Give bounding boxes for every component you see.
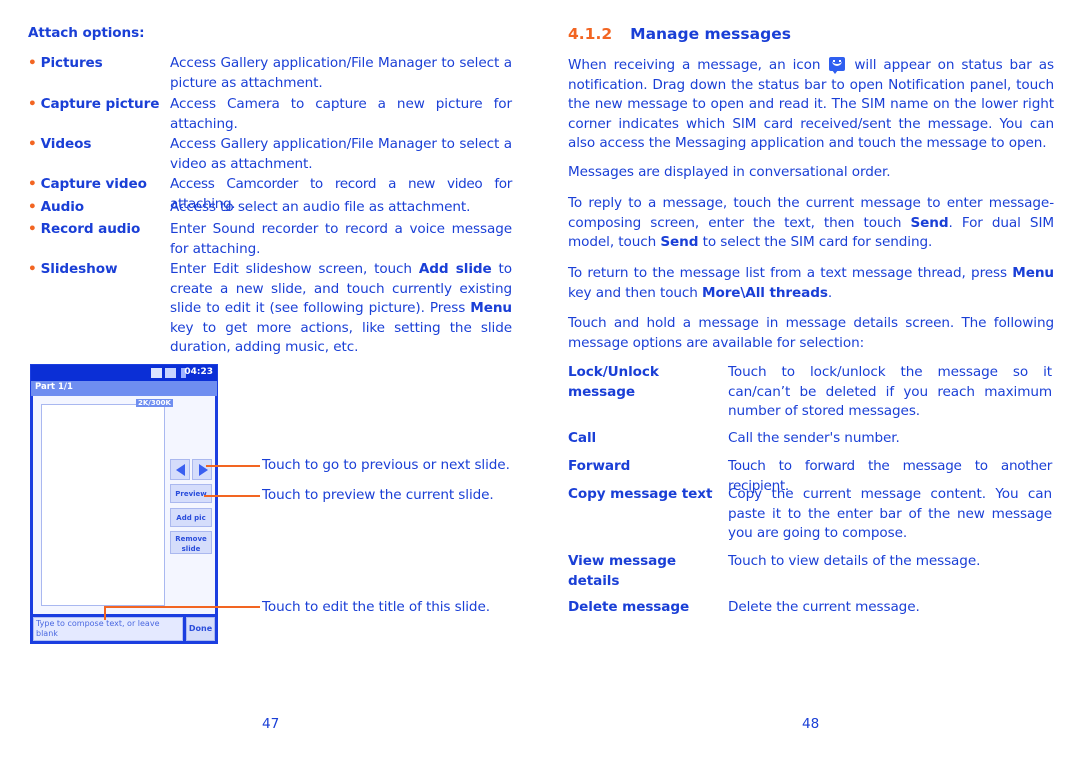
slide-title: Part 1/1: [35, 382, 73, 392]
section-number: 4.1.2: [568, 25, 613, 43]
option-description: Access Gallery application/File Manager …: [170, 136, 512, 172]
option-label: Audio: [40, 199, 85, 215]
text-run: When receiving a message, an icon: [568, 57, 821, 73]
keyword-menu: Menu: [1012, 265, 1054, 281]
return-paragraph: To return to the message list from a tex…: [568, 264, 1054, 303]
callout-line: [104, 606, 260, 608]
next-slide-button[interactable]: [192, 459, 212, 480]
callout-nav-slide: Touch to go to previous or next slide.: [262, 457, 510, 473]
attach-options-heading: Attach options:: [28, 25, 145, 41]
slide-editor: 2K/300K Preview Add pic Remove slide: [33, 396, 215, 614]
done-button[interactable]: Done: [186, 617, 215, 641]
text-run: Enter Edit slideshow screen, touch: [170, 261, 419, 277]
slide-preview-area[interactable]: [41, 404, 165, 606]
new-message-icon: [829, 57, 846, 74]
previous-slide-button[interactable]: [170, 459, 190, 480]
callout-line: [204, 495, 260, 497]
compose-text-input[interactable]: Type to compose text, or leave blank: [33, 617, 183, 641]
bullet-icon: •: [28, 199, 37, 215]
phone-screenshot: 04:23 Part 1/1 2K/300K Preview Add pic R…: [30, 364, 218, 644]
keyword-send: Send: [660, 234, 699, 250]
order-paragraph: Messages are displayed in conversational…: [568, 164, 891, 180]
option-description: Enter Sound recorder to record a voice m…: [170, 221, 512, 257]
option-description: Access to select an audio file as attach…: [170, 199, 471, 215]
signal-icon: [165, 368, 176, 378]
keyword-menu: Menu: [470, 300, 512, 316]
text-run: .: [827, 284, 833, 301]
page-number: 48: [802, 716, 820, 732]
option-description: Access Camera to capture a new picture f…: [170, 96, 512, 132]
clock: 04:23: [184, 367, 213, 377]
slide-title-bar[interactable]: Part 1/1: [31, 381, 217, 396]
button-label: Remove: [175, 535, 207, 543]
intro-paragraph: When receiving a message, an icon will a…: [568, 56, 1054, 154]
option-description: Delete the current message.: [728, 599, 920, 615]
right-page: 4.1.2 Manage messages When receiving a me…: [568, 0, 1054, 767]
section-heading: 4.1.2 Manage messages: [568, 25, 791, 43]
text-run: key to get more actions, like setting th…: [170, 319, 512, 356]
size-badge: 2K/300K: [136, 399, 173, 407]
keyword-add-slide: Add slide: [418, 261, 492, 277]
option-label: View message details: [568, 553, 676, 589]
option-label: Call: [568, 430, 597, 446]
bullet-icon: •: [28, 55, 37, 71]
option-label: Forward: [568, 458, 631, 474]
page-number: 47: [262, 716, 280, 732]
option-description: Copy the current message content. You ca…: [728, 486, 1052, 541]
status-bar: 04:23: [31, 365, 217, 381]
option-label: Capture picture: [40, 96, 160, 112]
add-pic-button[interactable]: Add pic: [170, 508, 212, 527]
bullet-icon: •: [28, 261, 37, 277]
hold-paragraph: Touch and hold a message in message deta…: [568, 315, 1054, 351]
option-description: Call the sender's number.: [728, 430, 900, 446]
reply-paragraph: To reply to a message, touch the current…: [568, 194, 1054, 253]
option-label: Slideshow: [40, 261, 118, 277]
keyword-all-threads: More\All threads: [702, 284, 828, 301]
text-run: to select the SIM card for sending.: [698, 234, 933, 250]
bullet-icon: •: [28, 221, 37, 237]
option-description: Access Gallery application/File Manager …: [170, 55, 512, 91]
option-label: Copy message text: [568, 486, 713, 502]
text-run: key and then touch: [568, 284, 703, 301]
option-label: Pictures: [40, 55, 103, 71]
option-label: Lock/Unlock message: [568, 364, 659, 400]
button-label: slide: [181, 545, 201, 553]
bullet-icon: •: [28, 136, 37, 152]
remove-slide-button[interactable]: Remove slide: [170, 531, 212, 554]
keyword-send: Send: [910, 214, 949, 231]
left-page: Attach options: • Pictures Access Gallery…: [28, 0, 514, 767]
option-label: Delete message: [568, 599, 690, 615]
option-description: Touch to lock/unlock the message so it c…: [728, 364, 1052, 419]
callout-edit-title: Touch to edit the title of this slide.: [262, 599, 490, 615]
callout-preview: Touch to preview the current slide.: [262, 487, 494, 503]
option-description: Enter Edit slideshow screen, touch Add s…: [170, 260, 512, 358]
section-title: Manage messages: [630, 25, 791, 43]
chevron-left-icon: [176, 464, 185, 476]
preview-button[interactable]: Preview: [170, 484, 212, 503]
bullet-icon: •: [28, 176, 37, 192]
bullet-icon: •: [28, 96, 37, 112]
option-label: Record audio: [40, 221, 141, 237]
signal-icon: [151, 368, 162, 378]
option-label: Videos: [40, 136, 92, 152]
callout-line: [206, 465, 260, 467]
text-run: To return to the message list from a tex…: [568, 265, 1013, 281]
option-description: Touch to view details of the message.: [728, 553, 981, 569]
option-label: Capture video: [40, 176, 147, 192]
callout-line: [104, 606, 106, 620]
